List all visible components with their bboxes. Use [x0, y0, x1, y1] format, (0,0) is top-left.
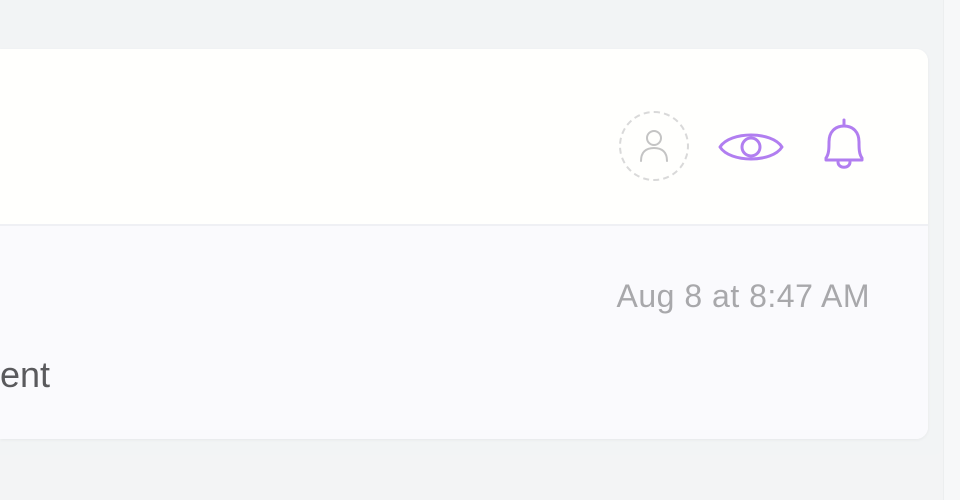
watch-button[interactable]	[716, 123, 786, 171]
comment-body: Aug 8 at 8:47 AM ent	[0, 226, 928, 439]
bell-icon	[824, 118, 864, 169]
comment-text: ent	[0, 354, 51, 395]
activity-card: Aug 8 at 8:47 AM ent	[0, 49, 928, 439]
assignee-button[interactable]	[619, 111, 689, 181]
scrollbar-track[interactable]	[943, 0, 960, 500]
card-header	[0, 49, 928, 226]
comment-timestamp: Aug 8 at 8:47 AM	[616, 278, 870, 314]
eye-icon	[718, 133, 784, 161]
user-icon	[640, 130, 668, 162]
content-panel: Aug 8 at 8:47 AM ent	[0, 0, 943, 455]
notifications-button[interactable]	[818, 118, 870, 174]
